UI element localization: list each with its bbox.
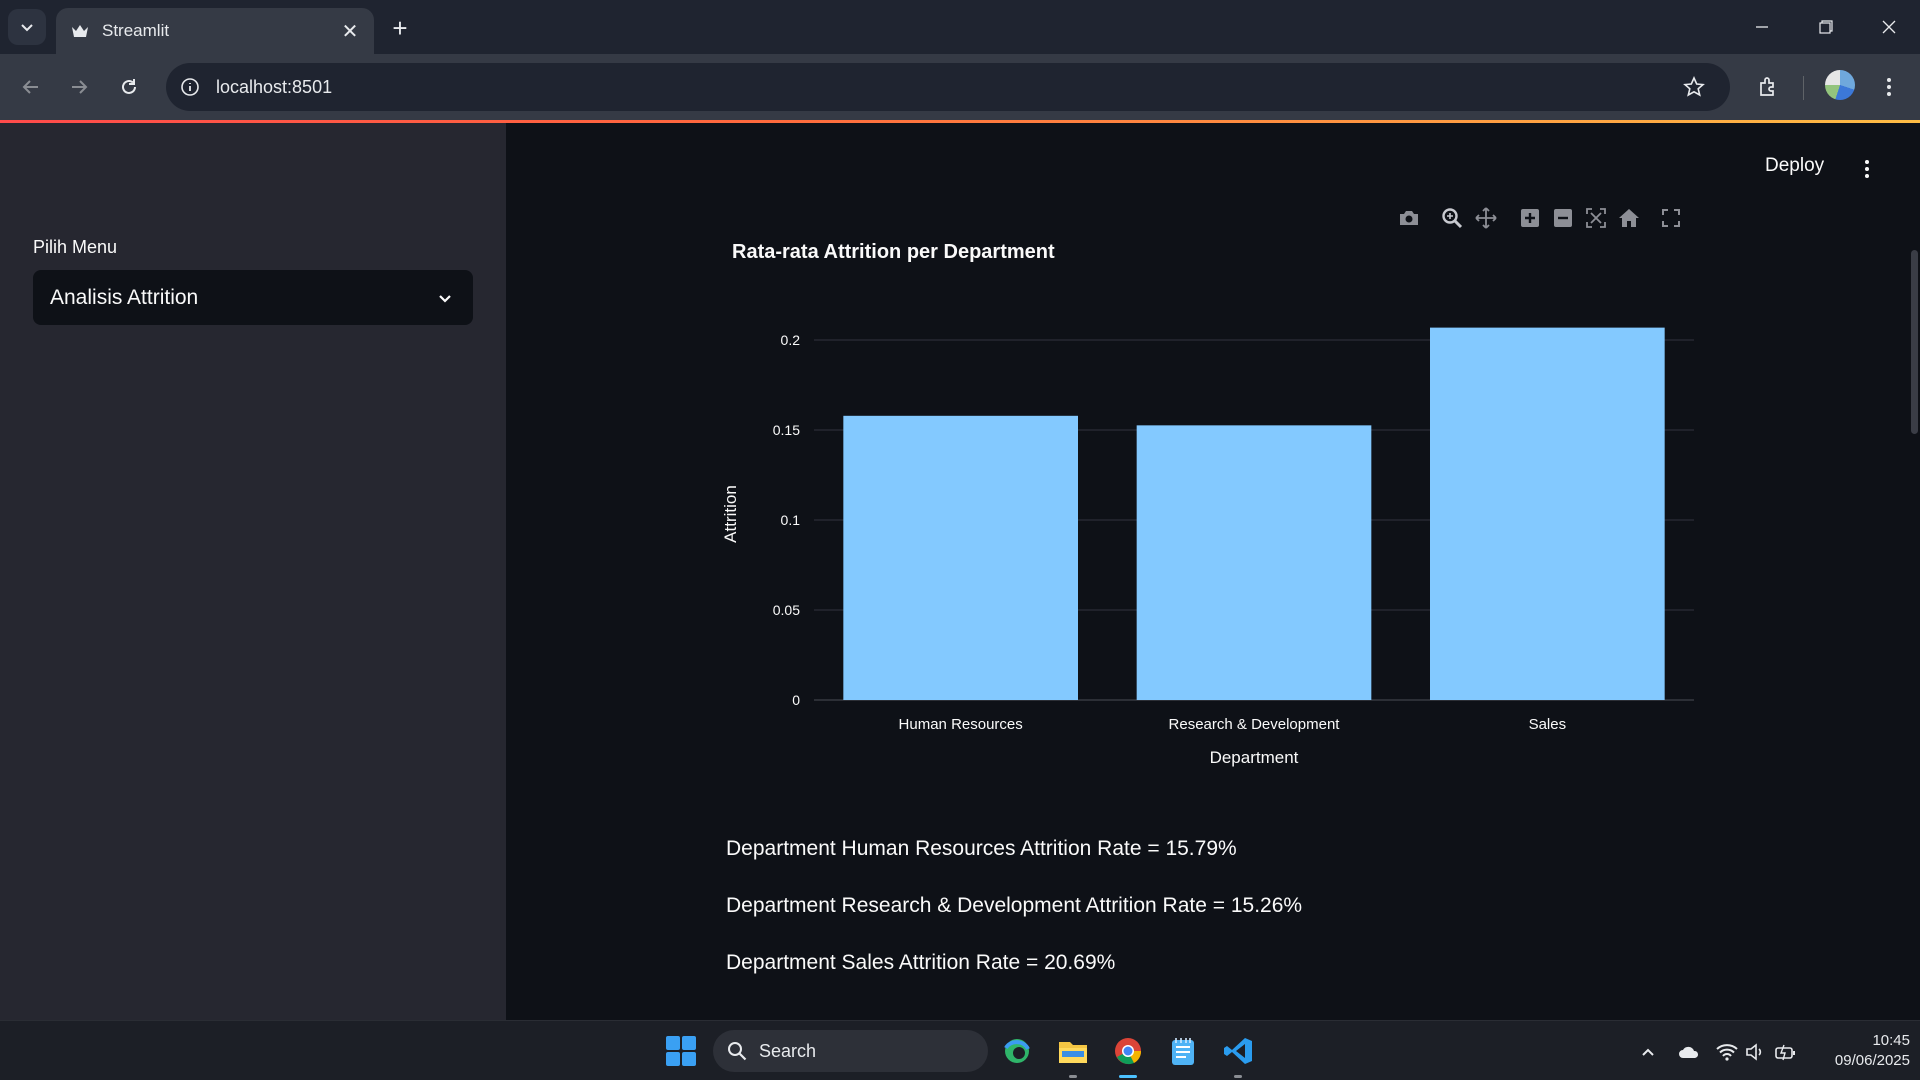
bar-chart: 0 0.05 0.1 0.15 0.2 Human Resources Research &… xyxy=(721,327,1694,767)
autoscale-icon[interactable] xyxy=(1582,204,1610,232)
y-tick-label: 0.05 xyxy=(773,602,800,618)
site-info-icon[interactable] xyxy=(178,75,202,99)
search-icon xyxy=(728,1042,747,1061)
zoom-icon[interactable] xyxy=(1438,204,1466,232)
result-line-rnd: Department Research & Development Attrit… xyxy=(726,894,1303,917)
browser-toolbar: localhost:8501 xyxy=(0,54,1920,120)
browser-tab[interactable]: Streamlit ✕ xyxy=(56,8,374,54)
taskbar-search[interactable]: Search xyxy=(713,1030,988,1072)
chart-bars xyxy=(843,327,1665,700)
wifi-icon[interactable] xyxy=(1715,1040,1739,1064)
close-icon[interactable]: ✕ xyxy=(336,17,364,45)
reload-button[interactable] xyxy=(110,68,148,106)
app-menu-icon[interactable] xyxy=(1852,154,1882,184)
clock-date: 09/06/2025 xyxy=(1834,1052,1910,1069)
minimize-button[interactable] xyxy=(1742,10,1782,44)
arrow-right-icon xyxy=(72,80,88,94)
bar-sales[interactable] xyxy=(1430,327,1665,700)
y-axis-title: Attrition xyxy=(721,485,740,543)
url-text[interactable]: localhost:8501 xyxy=(216,77,1676,98)
onedrive-cloud-icon[interactable] xyxy=(1677,1040,1701,1064)
tab-title: Streamlit xyxy=(102,21,170,40)
minimize-icon xyxy=(1756,26,1768,28)
y-tick-label: 0.15 xyxy=(773,422,800,438)
menu-select[interactable]: Analisis Attrition xyxy=(33,270,473,325)
close-icon xyxy=(1882,20,1896,34)
home-icon[interactable] xyxy=(1615,204,1643,232)
x-tick-label: Human Resources xyxy=(899,716,1023,733)
chart-modebar xyxy=(1395,204,1685,232)
browser-menu-icon[interactable] xyxy=(1870,68,1908,106)
x-tick-label: Research & Development xyxy=(1169,716,1341,733)
tab-search-button[interactable] xyxy=(8,9,46,45)
search-label: Search xyxy=(759,1040,817,1061)
new-tab-button[interactable]: + xyxy=(384,12,416,44)
sidebar: Pilih Menu Analisis Attrition xyxy=(0,123,506,1020)
chart-title: Rata-rata Attrition per Department xyxy=(732,241,1055,263)
y-tick-label: 0.1 xyxy=(781,512,801,528)
result-line-sales: Department Sales Attrition Rate = 20.69% xyxy=(726,951,1116,974)
reload-icon xyxy=(122,79,136,94)
y-tick-label: 0 xyxy=(792,692,800,708)
toolbar-divider xyxy=(1803,76,1804,100)
windows-start-icon[interactable] xyxy=(666,1036,696,1066)
os-taskbar: Search 10:45 09/06/2025 xyxy=(0,1020,1920,1080)
arrow-left-icon xyxy=(22,80,38,94)
camera-icon[interactable] xyxy=(1395,204,1423,232)
clock-time: 10:45 xyxy=(1872,1032,1910,1049)
deploy-button[interactable]: Deploy xyxy=(1765,155,1824,177)
window-close-button[interactable] xyxy=(1869,10,1909,44)
bookmark-star-icon[interactable] xyxy=(1676,69,1712,105)
bar-research-development[interactable] xyxy=(1136,425,1372,700)
back-button[interactable] xyxy=(12,68,50,106)
x-tick-label: Sales xyxy=(1529,716,1567,733)
address-bar[interactable]: localhost:8501 xyxy=(166,63,1730,111)
chevron-down-icon xyxy=(21,24,33,32)
zoom-in-icon[interactable] xyxy=(1516,204,1544,232)
chevron-up-icon[interactable] xyxy=(1636,1040,1660,1064)
x-axis-title: Department xyxy=(1210,748,1299,767)
fullscreen-icon[interactable] xyxy=(1657,204,1685,232)
result-line-hr: Department Human Resources Attrition Rat… xyxy=(726,837,1237,860)
chrome-icon[interactable] xyxy=(1109,1032,1147,1078)
zoom-out-icon[interactable] xyxy=(1549,204,1577,232)
bar-human-resources[interactable] xyxy=(843,415,1078,700)
main-scrollbar[interactable] xyxy=(1911,250,1918,434)
restore-icon xyxy=(1819,20,1833,34)
forward-button[interactable] xyxy=(60,68,98,106)
extensions-icon[interactable] xyxy=(1749,68,1787,106)
chevron-down-icon xyxy=(425,278,465,318)
system-clock[interactable]: 10:45 09/06/2025 xyxy=(1810,1031,1910,1071)
restore-button[interactable] xyxy=(1806,10,1846,44)
edge-browser-icon[interactable] xyxy=(998,1032,1036,1070)
vscode-icon[interactable] xyxy=(1219,1032,1257,1078)
pan-icon[interactable] xyxy=(1472,204,1500,232)
notepad-icon[interactable] xyxy=(1164,1032,1202,1070)
y-tick-label: 0.2 xyxy=(781,332,801,348)
volume-icon[interactable] xyxy=(1743,1040,1767,1064)
browser-tab-strip: Streamlit ✕ + xyxy=(0,0,1920,54)
profile-avatar[interactable] xyxy=(1825,70,1855,100)
streamlit-crown-icon xyxy=(70,21,90,41)
battery-icon[interactable] xyxy=(1774,1040,1798,1064)
file-explorer-icon[interactable] xyxy=(1054,1032,1092,1078)
menu-select-label: Pilih Menu xyxy=(33,237,118,257)
menu-select-value: Analisis Attrition xyxy=(50,285,199,309)
